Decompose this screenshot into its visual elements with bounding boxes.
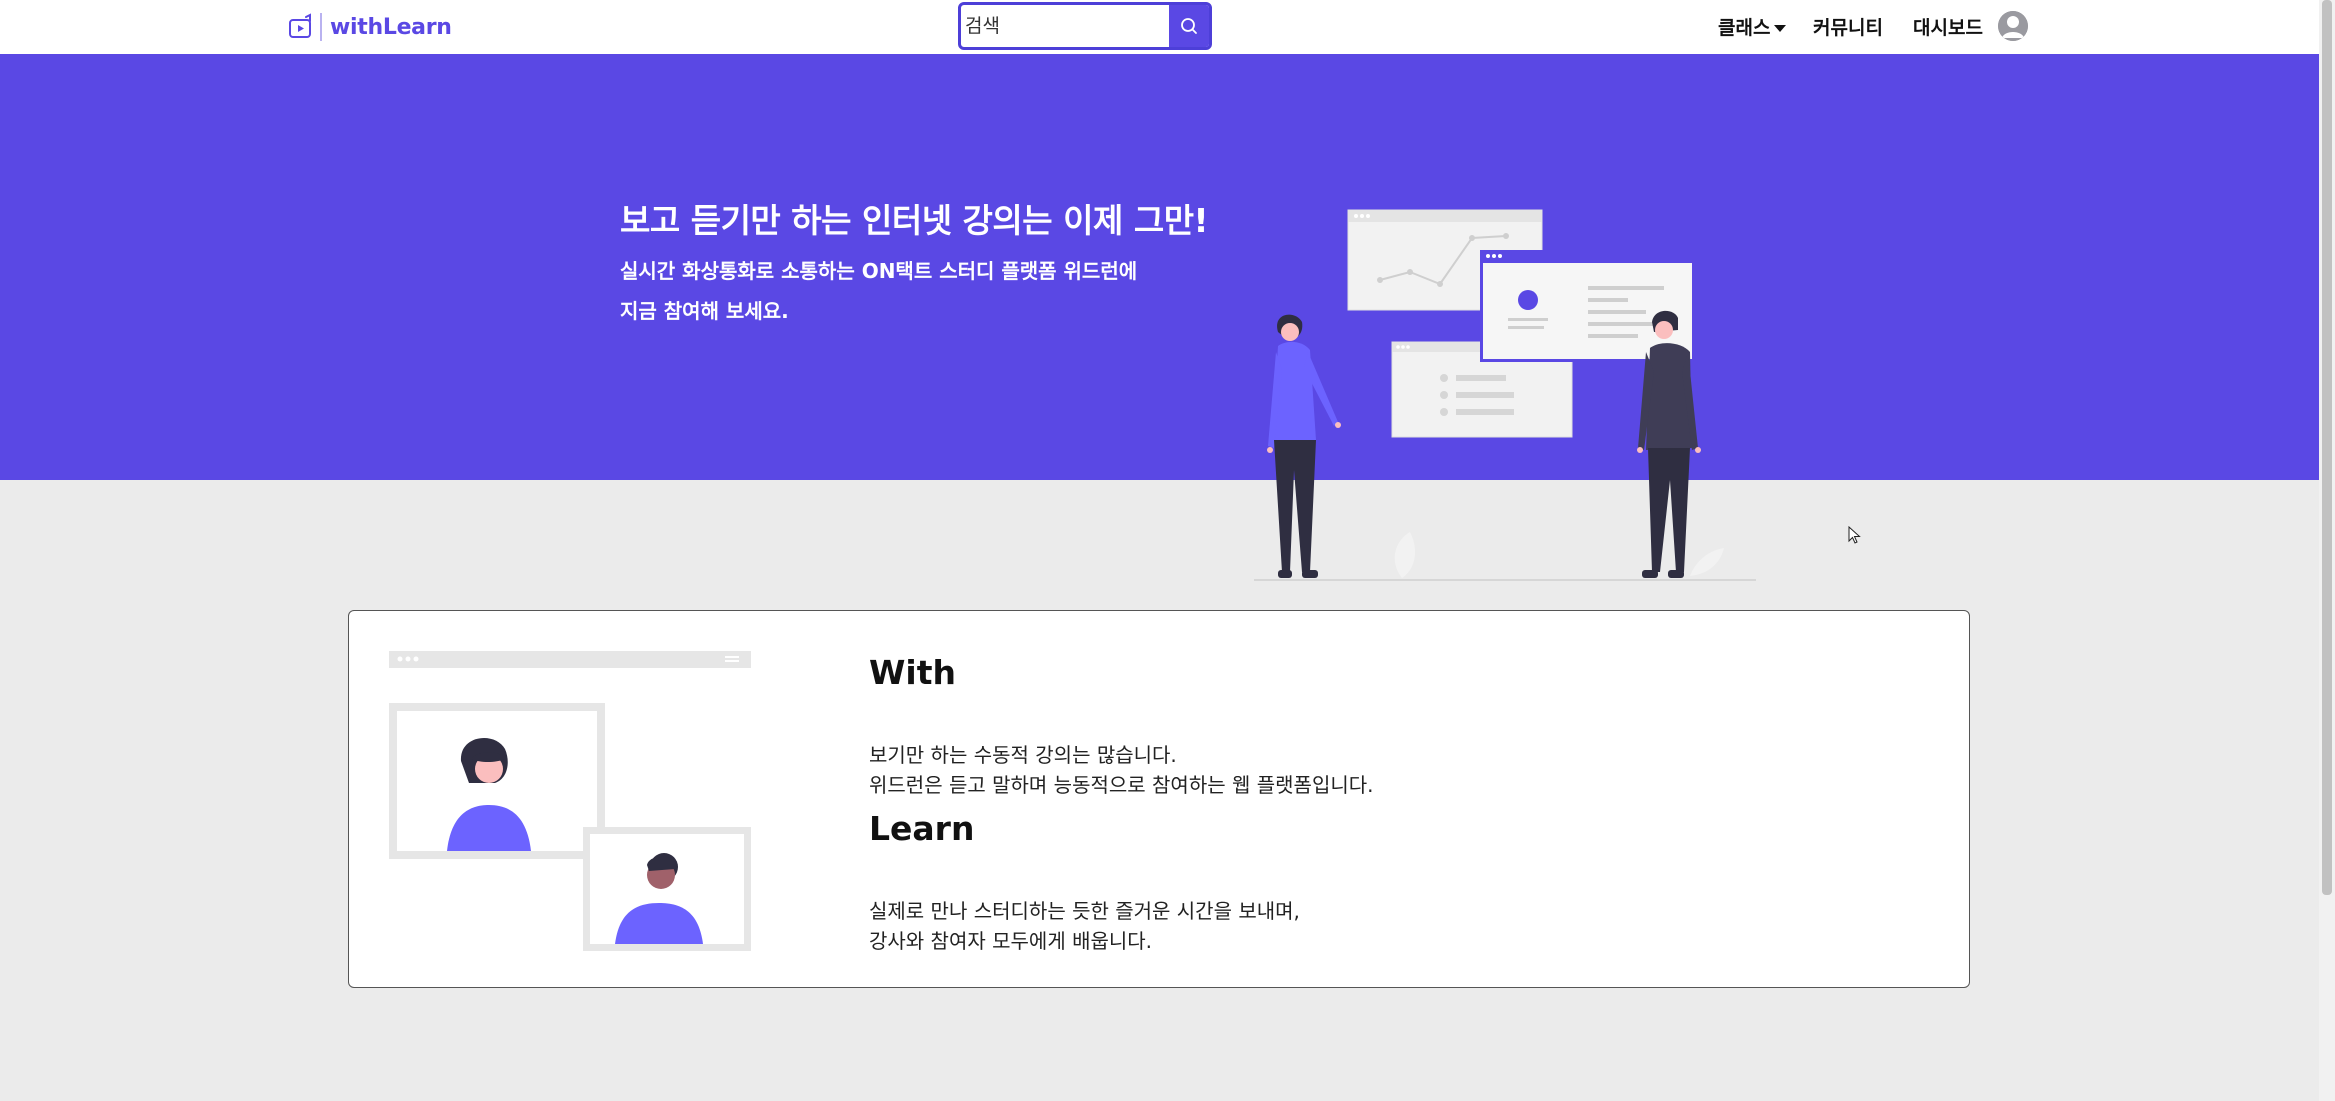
learn-line2: 강사와 참여자 모두에게 배웁니다. xyxy=(869,929,1153,953)
mouse-cursor-icon xyxy=(1848,526,1861,544)
video-call-illustration xyxy=(389,651,751,951)
search-button[interactable] xyxy=(1169,5,1209,47)
nav-dashboard-label: 대시보드 xyxy=(1913,17,1983,39)
brand-name: withLearn xyxy=(330,14,452,40)
hero-title: 보고 듣기만 하는 인터넷 강의는 이제 그만! xyxy=(620,201,1209,240)
video-play-icon xyxy=(289,13,311,38)
with-title: With xyxy=(869,653,956,692)
nav-dashboard-link[interactable]: 대시보드 xyxy=(1913,13,1983,40)
logo-divider xyxy=(320,13,322,41)
learn-title: Learn xyxy=(869,809,975,848)
nav-class-label: 클래스 xyxy=(1718,17,1771,39)
hero-illustration xyxy=(1254,209,1756,581)
logo[interactable]: withLearn xyxy=(288,10,452,44)
chevron-down-icon xyxy=(1774,25,1787,32)
user-avatar-icon xyxy=(1998,11,2028,41)
search-input[interactable] xyxy=(961,5,1175,47)
search-icon xyxy=(1181,18,1197,34)
hero-banner xyxy=(0,54,2319,480)
with-line1: 보기만 하는 수동적 강의는 많습니다. xyxy=(869,743,1177,767)
hero-subtitle-line2: 지금 참여해 보세요. xyxy=(620,299,789,323)
with-line2: 위드런은 듣고 말하며 능동적으로 참여하는 웹 플랫폼입니다. xyxy=(869,773,1374,797)
nav-class-menu[interactable]: 클래스 xyxy=(1718,13,1787,40)
search-box xyxy=(958,2,1212,50)
top-navbar: withLearn 클래스 커뮤니티 대시보드 xyxy=(0,0,2319,55)
scrollbar-thumb[interactable] xyxy=(2322,0,2332,895)
feature-card: With 보기만 하는 수동적 강의는 많습니다. 위드런은 듣고 말하며 능동… xyxy=(348,610,1970,988)
hero-subtitle-line1: 실시간 화상통화로 소통하는 ON택트 스터디 플랫폼 위드런에 xyxy=(620,259,1138,283)
nav-community-link[interactable]: 커뮤니티 xyxy=(1813,13,1883,40)
nav-community-label: 커뮤니티 xyxy=(1813,17,1883,39)
user-avatar[interactable] xyxy=(1998,11,2028,41)
learn-line1: 실제로 만나 스터디하는 듯한 즐거운 시간을 보내며, xyxy=(869,899,1300,923)
